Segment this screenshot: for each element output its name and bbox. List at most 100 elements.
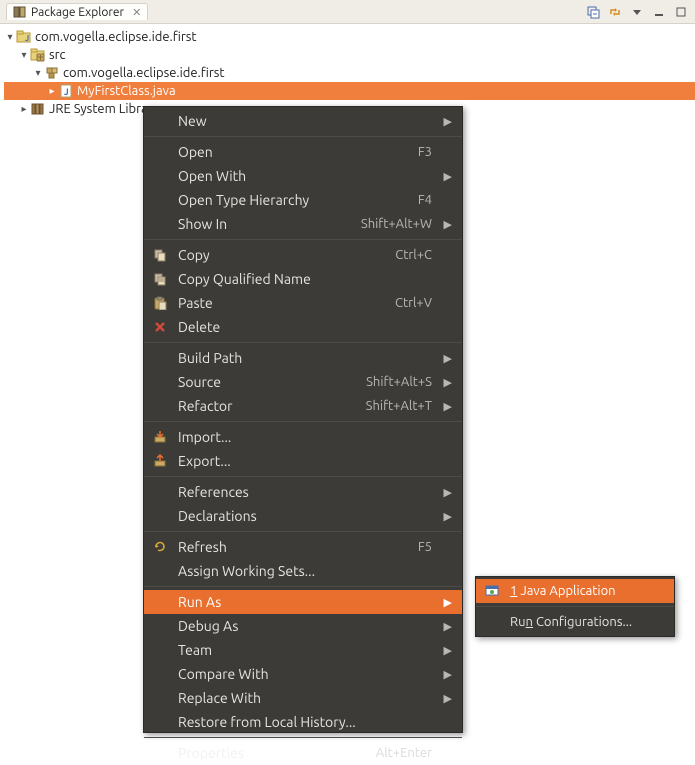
import-icon	[152, 429, 168, 445]
menu-item-import[interactable]: Import...	[144, 425, 462, 449]
menu-item-export[interactable]: Export...	[144, 449, 462, 473]
menu-item-properties[interactable]: PropertiesAlt+Enter	[144, 741, 462, 765]
menu-label: Open With	[178, 168, 432, 184]
menu-item-refresh[interactable]: RefreshF5	[144, 535, 462, 559]
submenu-item-java-application[interactable]: 1 Java Application	[476, 579, 674, 603]
menu-label: Copy Qualified Name	[178, 271, 432, 287]
paste-icon	[152, 295, 168, 311]
menu-item-open-with[interactable]: Open With▶	[144, 164, 462, 188]
menu-separator	[144, 586, 462, 587]
menu-separator	[476, 606, 674, 607]
menu-item-source[interactable]: SourceShift+Alt+S▶	[144, 370, 462, 394]
package-explorer-icon	[13, 5, 27, 19]
submenu-item-run-configurations[interactable]: Run Configurations...	[476, 610, 674, 634]
menu-item-run-as[interactable]: Run As ▶	[144, 590, 462, 614]
menu-label: Run As	[178, 594, 432, 610]
expand-arrow-icon[interactable]: ▸	[46, 82, 58, 100]
package-explorer-tab[interactable]: Package Explorer ✕	[6, 3, 148, 20]
menu-label: Open	[178, 144, 408, 160]
menu-label: Assign Working Sets...	[178, 563, 432, 579]
menu-label: Run Configurations...	[510, 615, 664, 629]
menu-item-references[interactable]: References▶	[144, 480, 462, 504]
tree-package-node[interactable]: ▾ com.vogella.eclipse.ide.first	[4, 64, 695, 82]
project-tree: ▾ J com.vogella.eclipse.ide.first ▾ src …	[0, 24, 695, 118]
menu-item-refactor[interactable]: RefactorShift+Alt+T▶	[144, 394, 462, 418]
tree-project-node[interactable]: ▾ J com.vogella.eclipse.ide.first	[4, 28, 695, 46]
menu-separator	[144, 737, 462, 738]
submenu-arrow-icon: ▶	[442, 692, 452, 705]
close-view-icon[interactable]: ✕	[132, 6, 141, 19]
menu-item-copy[interactable]: Copy Ctrl+C	[144, 243, 462, 267]
menu-item-open[interactable]: OpenF3	[144, 140, 462, 164]
submenu-arrow-icon: ▶	[442, 376, 452, 389]
file-label: MyFirstClass.java	[77, 82, 176, 100]
menu-item-build-path[interactable]: Build Path ▶	[144, 346, 462, 370]
menu-item-declarations[interactable]: Declarations ▶	[144, 504, 462, 528]
menu-separator	[144, 476, 462, 477]
menu-label: Build Path	[178, 350, 432, 366]
menu-label: Source	[178, 374, 356, 390]
java-file-icon: J	[58, 83, 74, 99]
menu-item-restore-from-local-history[interactable]: Restore from Local History...	[144, 710, 462, 734]
package-icon	[44, 65, 60, 81]
maximize-view-icon[interactable]	[673, 4, 689, 20]
menu-shortcut: Shift+Alt+W	[361, 217, 432, 231]
library-icon	[30, 101, 46, 117]
menu-label: Open Type Hierarchy	[178, 192, 408, 208]
menu-item-delete[interactable]: Delete	[144, 315, 462, 339]
expand-arrow-icon[interactable]: ▾	[32, 64, 44, 82]
context-menu: New▶ OpenF3 Open With▶ Open Type Hierarc…	[143, 106, 463, 733]
collapse-all-icon[interactable]	[585, 4, 601, 20]
menu-label: Debug As	[178, 618, 432, 634]
view-menu-icon[interactable]	[629, 4, 645, 20]
submenu-arrow-icon: ▶	[442, 115, 452, 128]
menu-item-paste[interactable]: PasteCtrl+V	[144, 291, 462, 315]
menu-item-show-in[interactable]: Show InShift+Alt+W▶	[144, 212, 462, 236]
menu-shortcut: Shift+Alt+T	[366, 399, 432, 413]
menu-label: Replace With	[178, 690, 432, 706]
java-project-icon: J	[16, 29, 32, 45]
menu-separator	[144, 421, 462, 422]
run-as-submenu: 1 Java Application Run Configurations...	[475, 576, 675, 637]
delete-icon	[152, 319, 168, 335]
menu-label: Show In	[178, 216, 351, 232]
view-toolbar	[585, 4, 689, 20]
tree-src-node[interactable]: ▾ src	[4, 46, 695, 64]
submenu-arrow-icon: ▶	[442, 400, 452, 413]
menu-shortcut: Ctrl+C	[395, 248, 432, 262]
menu-label: Copy	[178, 247, 385, 263]
link-with-editor-icon[interactable]	[607, 4, 623, 20]
menu-label: New	[178, 113, 432, 129]
menu-item-assign-working-sets[interactable]: Assign Working Sets...	[144, 559, 462, 583]
submenu-arrow-icon: ▶	[442, 644, 452, 657]
package-label: com.vogella.eclipse.ide.first	[63, 64, 225, 82]
menu-item-open-type-hierarchy[interactable]: Open Type HierarchyF4	[144, 188, 462, 212]
expand-arrow-icon[interactable]: ▸	[18, 100, 30, 118]
menu-label: Paste	[178, 295, 385, 311]
svg-text:J: J	[64, 87, 69, 97]
menu-label: Delete	[178, 319, 432, 335]
minimize-view-icon[interactable]	[651, 4, 667, 20]
menu-label: Restore from Local History...	[178, 714, 432, 730]
menu-item-replace-with[interactable]: Replace With ▶	[144, 686, 462, 710]
menu-item-copy-qualified-name[interactable]: Copy Qualified Name	[144, 267, 462, 291]
submenu-arrow-icon: ▶	[442, 596, 452, 609]
menu-label: Declarations	[178, 508, 432, 524]
menu-separator	[144, 136, 462, 137]
tree-file-node[interactable]: ▸ J MyFirstClass.java	[4, 82, 695, 100]
expand-arrow-icon[interactable]: ▾	[4, 28, 16, 46]
menu-item-compare-with[interactable]: Compare With▶	[144, 662, 462, 686]
copy-qualified-icon	[152, 271, 168, 287]
expand-arrow-icon[interactable]: ▾	[18, 46, 30, 64]
menu-item-debug-as[interactable]: Debug As▶	[144, 614, 462, 638]
java-application-icon	[484, 583, 500, 599]
menu-item-team[interactable]: Team▶	[144, 638, 462, 662]
submenu-arrow-icon: ▶	[442, 352, 452, 365]
menu-label: Export...	[178, 453, 432, 469]
menu-item-new[interactable]: New ▶	[144, 109, 462, 133]
menu-label: Refresh	[178, 539, 408, 555]
copy-icon	[152, 247, 168, 263]
submenu-arrow-icon: ▶	[442, 510, 452, 523]
svg-text:J: J	[25, 34, 29, 43]
menu-label: Compare With	[178, 666, 432, 682]
